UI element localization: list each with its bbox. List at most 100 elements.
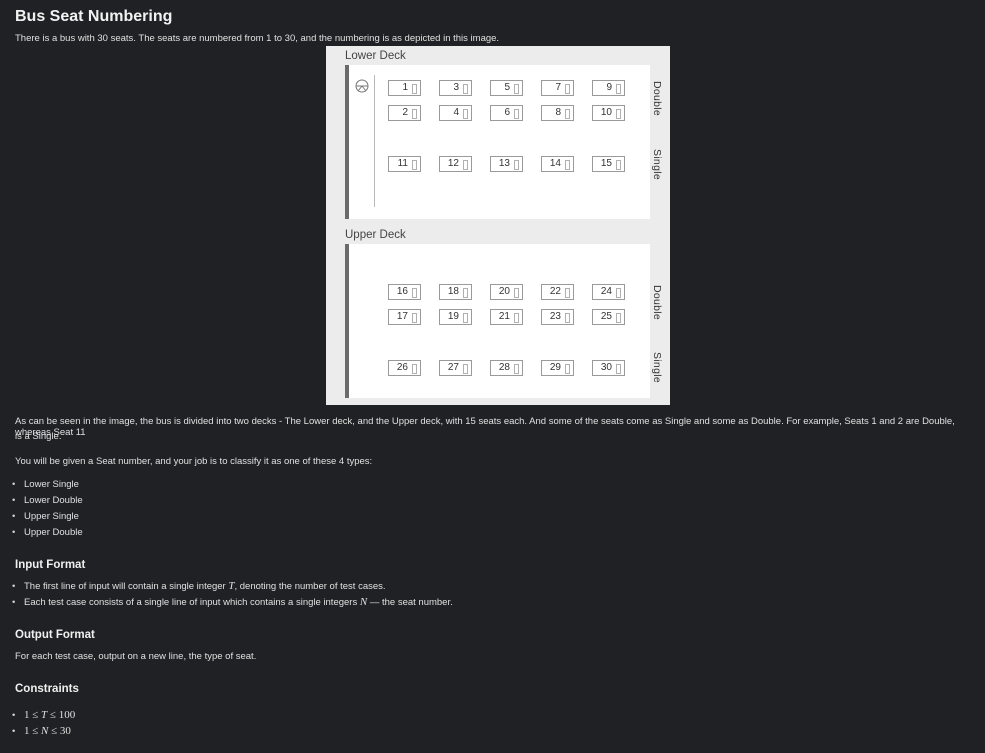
seat-box: 22 <box>541 284 574 300</box>
list-item: Upper Double <box>12 525 83 541</box>
pillow-icon <box>463 84 468 94</box>
pillow-icon <box>565 364 570 374</box>
seat-number: 25 <box>600 311 612 322</box>
pillow-icon <box>463 160 468 170</box>
pillow-icon <box>463 288 468 298</box>
pillow-icon <box>412 364 417 374</box>
bus-seat-diagram: Lower Deck Double Single 1 3 5 7 9 2 4 6 8 10 11 12… <box>326 46 670 405</box>
seat-box: 27 <box>439 360 472 376</box>
seat-box: 21 <box>490 309 523 325</box>
seat-number: 23 <box>549 311 561 322</box>
pillow-icon <box>616 288 621 298</box>
seat-box: 4 <box>439 105 472 121</box>
list-item: Each test case consists of a single line… <box>12 594 453 610</box>
para1-line2: is a Single. <box>15 431 62 442</box>
pillow-icon <box>514 288 519 298</box>
seat-box: 5 <box>490 80 523 96</box>
seat-number: 19 <box>447 311 459 322</box>
pillow-icon <box>565 313 570 323</box>
pillow-icon <box>514 364 519 374</box>
seat-number: 9 <box>606 82 612 93</box>
list-item: 1 ≤ N ≤ 30 <box>12 723 75 739</box>
seat-number: 1 <box>402 82 408 93</box>
seat-box: 15 <box>592 156 625 172</box>
lower-deck: Double Single 1 3 5 7 9 2 4 6 8 10 11 12 13 14 15 <box>345 65 663 219</box>
para2: You will be given a Seat number, and you… <box>15 456 373 467</box>
pillow-icon <box>565 160 570 170</box>
seat-box: 9 <box>592 80 625 96</box>
intro-text: There is a bus with 30 seats. The seats … <box>15 33 500 44</box>
pillow-icon <box>463 364 468 374</box>
seat-box: 3 <box>439 80 472 96</box>
upper-double-label: Double <box>651 285 663 321</box>
pillow-icon <box>565 109 570 119</box>
seat-box: 14 <box>541 156 574 172</box>
list-item: Lower Double <box>12 493 83 509</box>
pillow-icon <box>514 109 519 119</box>
seat-box: 25 <box>592 309 625 325</box>
seat-number: 26 <box>396 362 408 373</box>
seat-number: 8 <box>555 107 561 118</box>
seat-box: 19 <box>439 309 472 325</box>
upper-single-label: Single <box>651 352 663 383</box>
seat-box: 6 <box>490 105 523 121</box>
pillow-icon <box>412 288 417 298</box>
seat-box: 11 <box>388 156 421 172</box>
list-item: The first line of input will contain a s… <box>12 578 453 594</box>
seat-number: 29 <box>549 362 561 373</box>
seat-number: 21 <box>498 311 510 322</box>
seat-number: 30 <box>600 362 612 373</box>
seat-types-list: Lower Single Lower Double Upper Single U… <box>12 477 83 541</box>
pillow-icon <box>616 109 621 119</box>
seat-number: 16 <box>396 286 408 297</box>
seat-box: 13 <box>490 156 523 172</box>
pillow-icon <box>412 84 417 94</box>
upper-deck: Double Single 16 18 20 22 24 17 19 21 23 25 26 27 28… <box>345 244 663 398</box>
seat-number: 13 <box>498 158 510 169</box>
pillow-icon <box>565 84 570 94</box>
seat-number: 10 <box>600 107 612 118</box>
seat-number: 6 <box>504 107 510 118</box>
list-item: Upper Single <box>12 509 83 525</box>
seat-number: 4 <box>453 107 459 118</box>
pillow-icon <box>463 313 468 323</box>
constraints-list: 1 ≤ T ≤ 100 1 ≤ N ≤ 30 <box>12 707 75 739</box>
list-item: 1 ≤ T ≤ 100 <box>12 707 75 723</box>
seat-box: 8 <box>541 105 574 121</box>
seat-number: 3 <box>453 82 459 93</box>
seat-box: 12 <box>439 156 472 172</box>
pillow-icon <box>412 313 417 323</box>
seat-box: 7 <box>541 80 574 96</box>
seat-box: 10 <box>592 105 625 121</box>
seat-box: 24 <box>592 284 625 300</box>
input-format-list: The first line of input will contain a s… <box>12 578 453 610</box>
pillow-icon <box>514 313 519 323</box>
seat-box: 16 <box>388 284 421 300</box>
seat-box: 2 <box>388 105 421 121</box>
pillow-icon <box>616 364 621 374</box>
pillow-icon <box>514 160 519 170</box>
list-item: Lower Single <box>12 477 83 493</box>
seat-number: 28 <box>498 362 510 373</box>
seat-number: 11 <box>397 158 408 169</box>
pillow-icon <box>616 160 621 170</box>
seat-number: 15 <box>600 158 612 169</box>
seat-number: 7 <box>555 82 561 93</box>
pillow-icon <box>514 84 519 94</box>
lower-single-label: Single <box>651 149 663 180</box>
pillow-icon <box>616 313 621 323</box>
seat-box: 23 <box>541 309 574 325</box>
seat-number: 5 <box>504 82 510 93</box>
output-format-text: For each test case, output on a new line… <box>15 651 257 662</box>
seat-box: 20 <box>490 284 523 300</box>
seat-number: 22 <box>549 286 561 297</box>
output-format-heading: Output Format <box>15 629 95 641</box>
seat-box: 1 <box>388 80 421 96</box>
lower-deck-label: Lower Deck <box>345 50 406 62</box>
steering-wheel-icon <box>355 79 369 93</box>
pillow-icon <box>565 288 570 298</box>
seat-number: 12 <box>447 158 459 169</box>
seat-number: 2 <box>402 107 408 118</box>
input-format-heading: Input Format <box>15 559 86 571</box>
seat-box: 30 <box>592 360 625 376</box>
